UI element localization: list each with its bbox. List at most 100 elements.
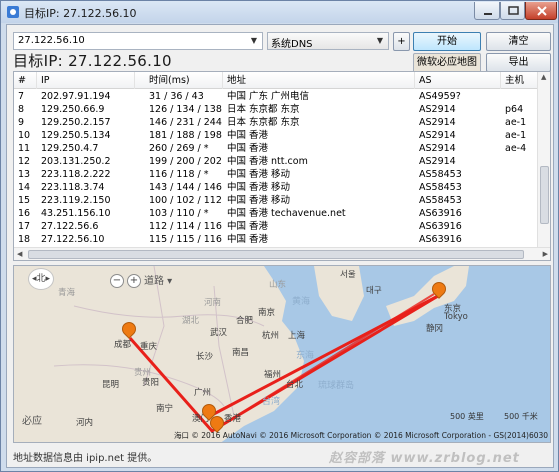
table-row[interactable]: 12 203.131.250.2 199 / 200 / 202 中国 香港 ntt.… <box>14 155 550 168</box>
hop-address: 中国 香港 移动 <box>227 182 291 193</box>
map-label: 香港 <box>224 414 242 424</box>
table-row[interactable]: 18 27.122.56.10 115 / 115 / 116 中国 香港 AS6391… <box>14 233 550 246</box>
hop-number: 17 <box>18 221 31 232</box>
close-icon <box>537 6 547 16</box>
clear-button[interactable]: 清空 <box>486 32 551 51</box>
column-header-as[interactable]: AS <box>415 72 501 89</box>
map-label: 广州 <box>194 388 212 398</box>
map-label: 上海 <box>288 331 306 341</box>
window-title: 目标IP: 27.122.56.10 <box>24 7 137 20</box>
hop-time: 112 / 114 / 116 <box>149 221 222 232</box>
hop-table[interactable]: # IP 时间(ms) 地址 AS 主机 7 202.97.91.194 31 / … <box>13 71 551 261</box>
hop-time: 115 / 115 / 116 <box>149 234 222 245</box>
hop-number: 10 <box>18 130 31 141</box>
hop-time: 146 / 231 / 244 <box>149 117 222 128</box>
hop-time: 126 / 134 / 138 <box>149 104 222 115</box>
main-panel: 27.122.56.10 ▼ 系统DNS ▼ + 开始 清空 微软必应地图 导出… <box>6 24 554 468</box>
table-row[interactable]: 8 129.250.66.9 126 / 134 / 138 日本 东京都 东京 AS2… <box>14 103 550 116</box>
table-row[interactable]: 14 223.118.3.74 143 / 144 / 146 中国 香港 移动 AS5… <box>14 181 550 194</box>
hop-time: 260 / 269 / * <box>149 143 209 154</box>
map-label: 台湾 <box>262 397 281 407</box>
hop-address: 中国 香港 ntt.com <box>227 156 308 167</box>
hop-ip: 129.250.2.157 <box>41 117 111 128</box>
scroll-left-icon[interactable]: ◀ <box>17 250 22 258</box>
hop-number: 8 <box>18 104 25 115</box>
add-dns-button[interactable]: + <box>393 32 410 51</box>
hop-ip: 129.250.5.134 <box>41 130 111 141</box>
table-row[interactable]: 7 202.97.91.194 31 / 36 / 43 中国 广东 广州电信 AS49… <box>14 90 550 103</box>
map-label: 湖北 <box>182 316 200 326</box>
close-button[interactable] <box>525 2 557 20</box>
hop-number: 9 <box>18 117 25 128</box>
table-row[interactable]: 11 129.250.4.7 260 / 269 / * 中国 香港 AS2914 ae-… <box>14 142 550 155</box>
compass-icon[interactable]: ◂北▸ <box>28 268 54 290</box>
start-button[interactable]: 开始 <box>413 32 481 51</box>
host-input[interactable]: 27.122.56.10 ▼ <box>13 32 263 50</box>
hop-time: 103 / 110 / * <box>149 208 209 219</box>
table-row[interactable]: 10 129.250.5.134 181 / 188 / 198 中国 香港 AS291… <box>14 129 550 142</box>
dns-select[interactable]: 系统DNS ▼ <box>267 32 389 50</box>
hop-as: AS58453 <box>419 182 462 193</box>
scroll-up-icon[interactable]: ▲ <box>541 73 546 81</box>
hop-number: 15 <box>18 195 31 206</box>
hop-ip: 202.97.91.194 <box>41 91 111 102</box>
map-label: 서울 <box>340 270 356 280</box>
map-label: 南昌 <box>232 348 250 358</box>
hop-time: 116 / 118 / * <box>149 169 209 180</box>
map-label: 福州 <box>264 370 282 380</box>
hop-as: AS63916 <box>419 221 462 232</box>
maximize-button[interactable] <box>500 2 525 20</box>
hop-time: 143 / 144 / 146 <box>149 182 222 193</box>
hop-address: 中国 香港 <box>227 234 269 245</box>
map-style-select[interactable]: 道路 ▾ <box>144 272 172 287</box>
zoom-in-icon[interactable]: + <box>127 274 141 288</box>
horizontal-scroll-thumb[interactable] <box>28 250 524 259</box>
dns-select-value: 系统DNS <box>271 39 313 50</box>
hop-ip: 223.118.2.222 <box>41 169 111 180</box>
hop-address: 中国 香港 移动 <box>227 195 291 206</box>
table-row[interactable]: 9 129.250.2.157 146 / 231 / 244 日本 东京都 东京 AS… <box>14 116 550 129</box>
column-header-address[interactable]: 地址 <box>223 72 415 89</box>
zoom-out-icon[interactable]: − <box>110 274 124 288</box>
hop-time: 100 / 102 / 112 <box>149 195 222 206</box>
minimize-icon <box>484 13 492 15</box>
column-header-time[interactable]: 时间(ms) <box>145 72 223 89</box>
hop-ip: 27.122.56.10 <box>41 234 105 245</box>
map-label: 武汉 <box>210 328 228 338</box>
column-header-ip[interactable]: IP <box>37 72 135 89</box>
vertical-scroll-thumb[interactable] <box>540 166 549 224</box>
table-row[interactable]: 13 223.118.2.222 116 / 118 / * 中国 香港 移动 AS58… <box>14 168 550 181</box>
hop-ip: 129.250.66.9 <box>41 104 105 115</box>
map-label: 山东 <box>269 280 287 290</box>
hop-ip: 43.251.156.10 <box>41 208 111 219</box>
province-borders <box>53 266 265 417</box>
scroll-right-icon[interactable]: ▶ <box>543 250 548 258</box>
hop-number: 12 <box>18 156 31 167</box>
table-row[interactable]: 17 27.122.56.6 112 / 114 / 116 中国 香港 AS63916 <box>14 220 550 233</box>
hop-as: AS63916 <box>419 234 462 245</box>
column-header-index[interactable]: # <box>14 72 37 89</box>
dropdown-arrow-icon[interactable]: ▼ <box>247 34 261 48</box>
watermark-text: 赵容部落 www.zrblog.net <box>329 451 520 466</box>
hop-number: 13 <box>18 169 31 180</box>
hop-address: 中国 香港 移动 <box>227 169 291 180</box>
map-label: 杭州 <box>262 331 280 341</box>
hop-number: 16 <box>18 208 31 219</box>
hop-as: AS4959? <box>419 91 461 102</box>
table-row[interactable]: 15 223.119.2.150 100 / 102 / 112 中国 香港 移动 AS… <box>14 194 550 207</box>
route-map[interactable]: ◂北▸ − + 道路 ▾ 青海 河南 山东 서울 대구 黄海 湖北 武汉 合肥 … <box>13 265 551 443</box>
table-row[interactable]: 16 43.251.156.10 103 / 110 / * 中国 香港 techav… <box>14 207 550 220</box>
export-button[interactable]: 导出 <box>486 53 551 72</box>
map-label: 琉球群岛 <box>318 381 355 391</box>
map-label: Tokyo <box>444 312 468 322</box>
target-ip-heading: 目标IP: 27.122.56.10 <box>13 52 172 70</box>
minimize-button[interactable] <box>474 2 500 20</box>
title-bar[interactable]: 目标IP: 27.122.56.10 <box>1 1 558 23</box>
host-input-value: 27.122.56.10 <box>18 35 85 46</box>
map-label: 台北 <box>286 380 304 390</box>
vertical-scrollbar[interactable]: ▲ <box>537 72 550 248</box>
hop-ip: 223.119.2.150 <box>41 195 111 206</box>
maximize-icon <box>508 6 519 15</box>
hop-number: 18 <box>18 234 31 245</box>
horizontal-scrollbar[interactable]: ◀ ▶ <box>14 247 550 260</box>
